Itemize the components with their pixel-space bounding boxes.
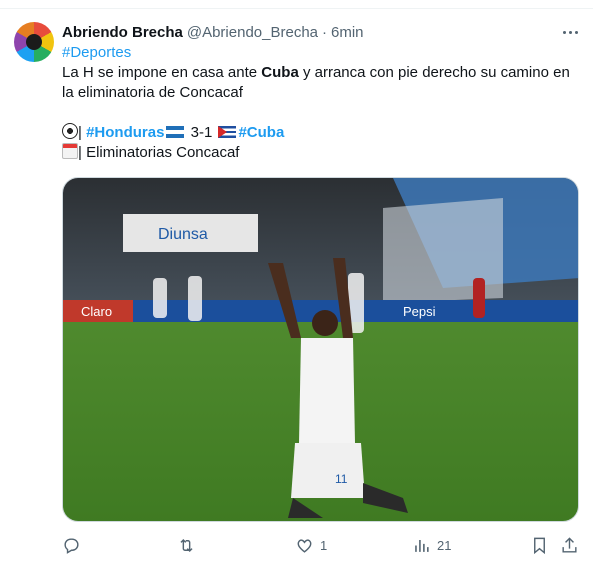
photo-scene: Diunsa Claro Pepsi 11 <box>63 178 578 521</box>
text-segment: la eliminatoria de Concacaf <box>62 84 243 101</box>
separator-dot: · <box>322 23 327 41</box>
tweet-competition-line: | Eliminatorias Concacaf <box>62 143 239 163</box>
display-name[interactable]: Abriendo Brecha <box>62 24 183 41</box>
jersey-number: 11 <box>335 472 348 486</box>
banner-left-text: Claro <box>81 304 112 319</box>
share-icon <box>562 536 577 553</box>
reply-button[interactable] <box>62 534 87 556</box>
avatar[interactable] <box>14 22 54 62</box>
more-icon-dot <box>568 30 572 34</box>
bookmark-icon <box>534 537 545 554</box>
hashtag-honduras[interactable]: #Honduras <box>86 124 164 141</box>
views-button[interactable]: 21 <box>412 534 451 556</box>
views-icon <box>415 539 429 552</box>
tweet-header: Abriendo Brecha @Abriendo_Brecha · 6min <box>62 22 364 42</box>
bookmark-button[interactable] <box>530 534 549 556</box>
views-count: 21 <box>437 537 452 553</box>
like-button[interactable]: 1 <box>295 534 327 556</box>
score-separator: | <box>78 124 87 141</box>
text-bold-cuba: Cuba <box>261 64 299 81</box>
score-text: 3-1 <box>186 124 217 141</box>
tweet-text-hashtag-line: #Deportes <box>62 43 131 63</box>
share-button[interactable] <box>560 534 579 556</box>
heart-icon <box>297 538 312 553</box>
honduras-flag-icon <box>166 126 185 138</box>
calendar-icon <box>62 143 78 159</box>
tweet-actions-bar: 1 21 <box>62 534 582 556</box>
competition-separator: | <box>78 144 87 161</box>
like-count: 1 <box>320 537 328 553</box>
tweet-text-line-1: La H se impone en casa ante Cuba y arran… <box>62 63 570 83</box>
cuba-flag-icon <box>218 126 237 138</box>
soccer-ball-icon <box>62 123 78 139</box>
user-handle[interactable]: @Abriendo_Brecha <box>187 24 318 41</box>
competition-text: Eliminatorias Concacaf <box>86 144 240 161</box>
retweet-icon <box>180 538 193 552</box>
timestamp[interactable]: 6min <box>331 24 364 41</box>
banner-right-text: Pepsi <box>403 304 436 319</box>
banner-mid-text: Diunsa <box>158 226 208 243</box>
tweet-photo[interactable]: Diunsa Claro Pepsi 11 <box>62 177 579 522</box>
tweet-text-line-2: la eliminatoria de Concacaf <box>62 83 243 103</box>
more-icon-dot <box>574 30 578 34</box>
top-divider <box>0 0 593 9</box>
text-segment: La H se impone en casa ante <box>62 64 262 81</box>
more-options-button[interactable] <box>557 24 583 40</box>
retweet-button[interactable] <box>177 534 202 556</box>
more-icon <box>562 30 566 34</box>
text-segment: y arranca con pie derecho su camino en <box>298 64 570 81</box>
reply-icon <box>64 537 79 554</box>
opponent-player <box>473 278 485 318</box>
hashtag-cuba[interactable]: #Cuba <box>238 124 284 141</box>
hashtag-deportes[interactable]: #Deportes <box>62 44 131 61</box>
tweet-score-line: | #Honduras 3-1 #Cuba <box>62 123 284 143</box>
